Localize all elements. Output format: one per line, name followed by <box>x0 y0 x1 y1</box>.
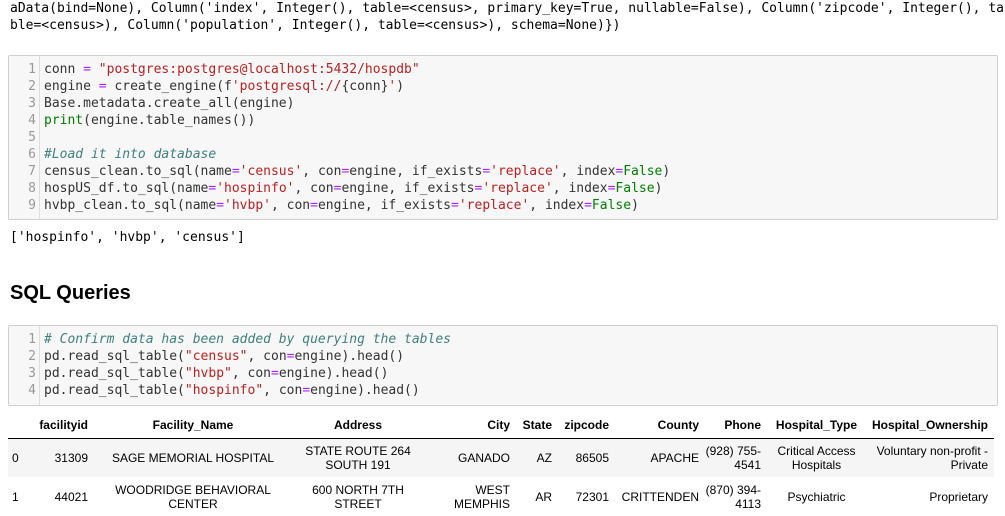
column-header: State <box>522 418 552 432</box>
table-cell: Critical Access Hospitals <box>777 444 856 472</box>
output-line: aData(bind=None), Column('index', Intege… <box>10 1 1004 16</box>
line-number: 2 <box>28 79 36 94</box>
table-header: facilityid Facility_Name Address City St… <box>8 412 994 439</box>
output-text: ['hospinfo', 'hvbp', 'census'] <box>10 230 245 245</box>
line-number: 6 <box>28 147 36 162</box>
line-number: 8 <box>28 181 36 196</box>
code-line: census_clean.to_sql(name='census', con=e… <box>44 164 671 179</box>
table-cell: 31309 <box>54 451 88 465</box>
code-line: conn = "postgres:postgres@localhost:5432… <box>44 62 420 77</box>
line-number: 4 <box>28 383 36 398</box>
line-number: 7 <box>28 164 36 179</box>
line-number: 5 <box>28 130 36 145</box>
table-cell: AZ <box>536 451 552 465</box>
table-cell: WEST MEMPHIS <box>453 483 510 511</box>
line-number: 3 <box>28 366 36 381</box>
table-cell: APACHE <box>650 451 699 465</box>
column-header: Address <box>333 418 383 432</box>
output-line: ble=<census>), Column('population', Inte… <box>10 18 621 33</box>
line-number: 2 <box>28 349 36 364</box>
section-heading: SQL Queries <box>10 282 131 304</box>
code-line: engine = create_engine(f'postgresql://{c… <box>44 79 405 94</box>
code-line: pd.read_sql_table("hospinfo", con=engine… <box>44 383 420 398</box>
column-header <box>12 412 32 438</box>
column-header: Facility_Name <box>152 418 234 432</box>
table-cell: (928) 755-4541 <box>705 444 761 472</box>
code-line: Base.metadata.create_all(engine) <box>44 96 295 111</box>
code-line: hvbp_clean.to_sql(name='hvbp', con=engin… <box>44 198 639 213</box>
table-cell: (870) 394-4113 <box>705 483 761 511</box>
line-number: 1 <box>28 62 36 77</box>
column-header: facilityid <box>39 418 88 432</box>
table-cell: Proprietary <box>929 490 988 504</box>
code-line: pd.read_sql_table("census", con=engine).… <box>44 349 405 364</box>
table-cell: 44021 <box>54 490 88 504</box>
table-cell: STATE ROUTE 264 SOUTH 191 <box>305 444 411 472</box>
table-cell: 600 NORTH 7TH STREET <box>312 483 404 511</box>
line-number: 3 <box>28 96 36 111</box>
line-number: 9 <box>28 198 36 213</box>
table-cell: WOODRIDGE BEHAVIORAL CENTER <box>115 483 271 511</box>
table-row: 0 31309 SAGE MEMORIAL HOSPITAL STATE ROU… <box>8 439 994 477</box>
table-cell: AR <box>535 490 552 504</box>
table-cell: Psychiatric <box>787 490 846 504</box>
row-index: 1 <box>12 490 19 504</box>
code-line: hospUS_df.to_sql(name='hospinfo', con=en… <box>44 181 663 196</box>
table-cell: GANADO <box>457 451 510 465</box>
code-comment: #Load it into database <box>44 147 217 162</box>
column-header: Hospital_Ownership <box>871 418 988 432</box>
table-cell: SAGE MEMORIAL HOSPITAL <box>111 451 275 465</box>
line-number: 1 <box>28 332 36 347</box>
table-cell: Voluntary non-profit - Private <box>876 444 988 472</box>
row-index: 0 <box>12 451 19 465</box>
code-cell[interactable]: 1 conn = "postgres:postgres@localhost:543… <box>8 55 998 220</box>
code-comment: # Confirm data has been added by queryin… <box>44 332 451 347</box>
table-cell: 86505 <box>575 451 609 465</box>
column-header: Hospital_Type <box>775 418 858 432</box>
line-number: 4 <box>28 113 36 128</box>
code-cell[interactable]: 1 # Confirm data has been added by queryi… <box>8 325 998 406</box>
column-header: City <box>487 418 510 432</box>
code-line: pd.read_sql_table("hvbp", con=engine).he… <box>44 366 389 381</box>
table-cell: CRITTENDEN <box>621 490 699 504</box>
column-header: zipcode <box>564 418 609 432</box>
column-header: County <box>657 418 699 432</box>
column-header: Phone <box>724 418 761 432</box>
code-line: print(engine.table_names()) <box>44 113 256 128</box>
table-row: 1 44021 WOODRIDGE BEHAVIORAL CENTER 600 … <box>8 478 994 516</box>
output-text-top: aData(bind=None), Column('index', Intege… <box>10 0 1004 34</box>
table-cell: 72301 <box>575 490 609 504</box>
